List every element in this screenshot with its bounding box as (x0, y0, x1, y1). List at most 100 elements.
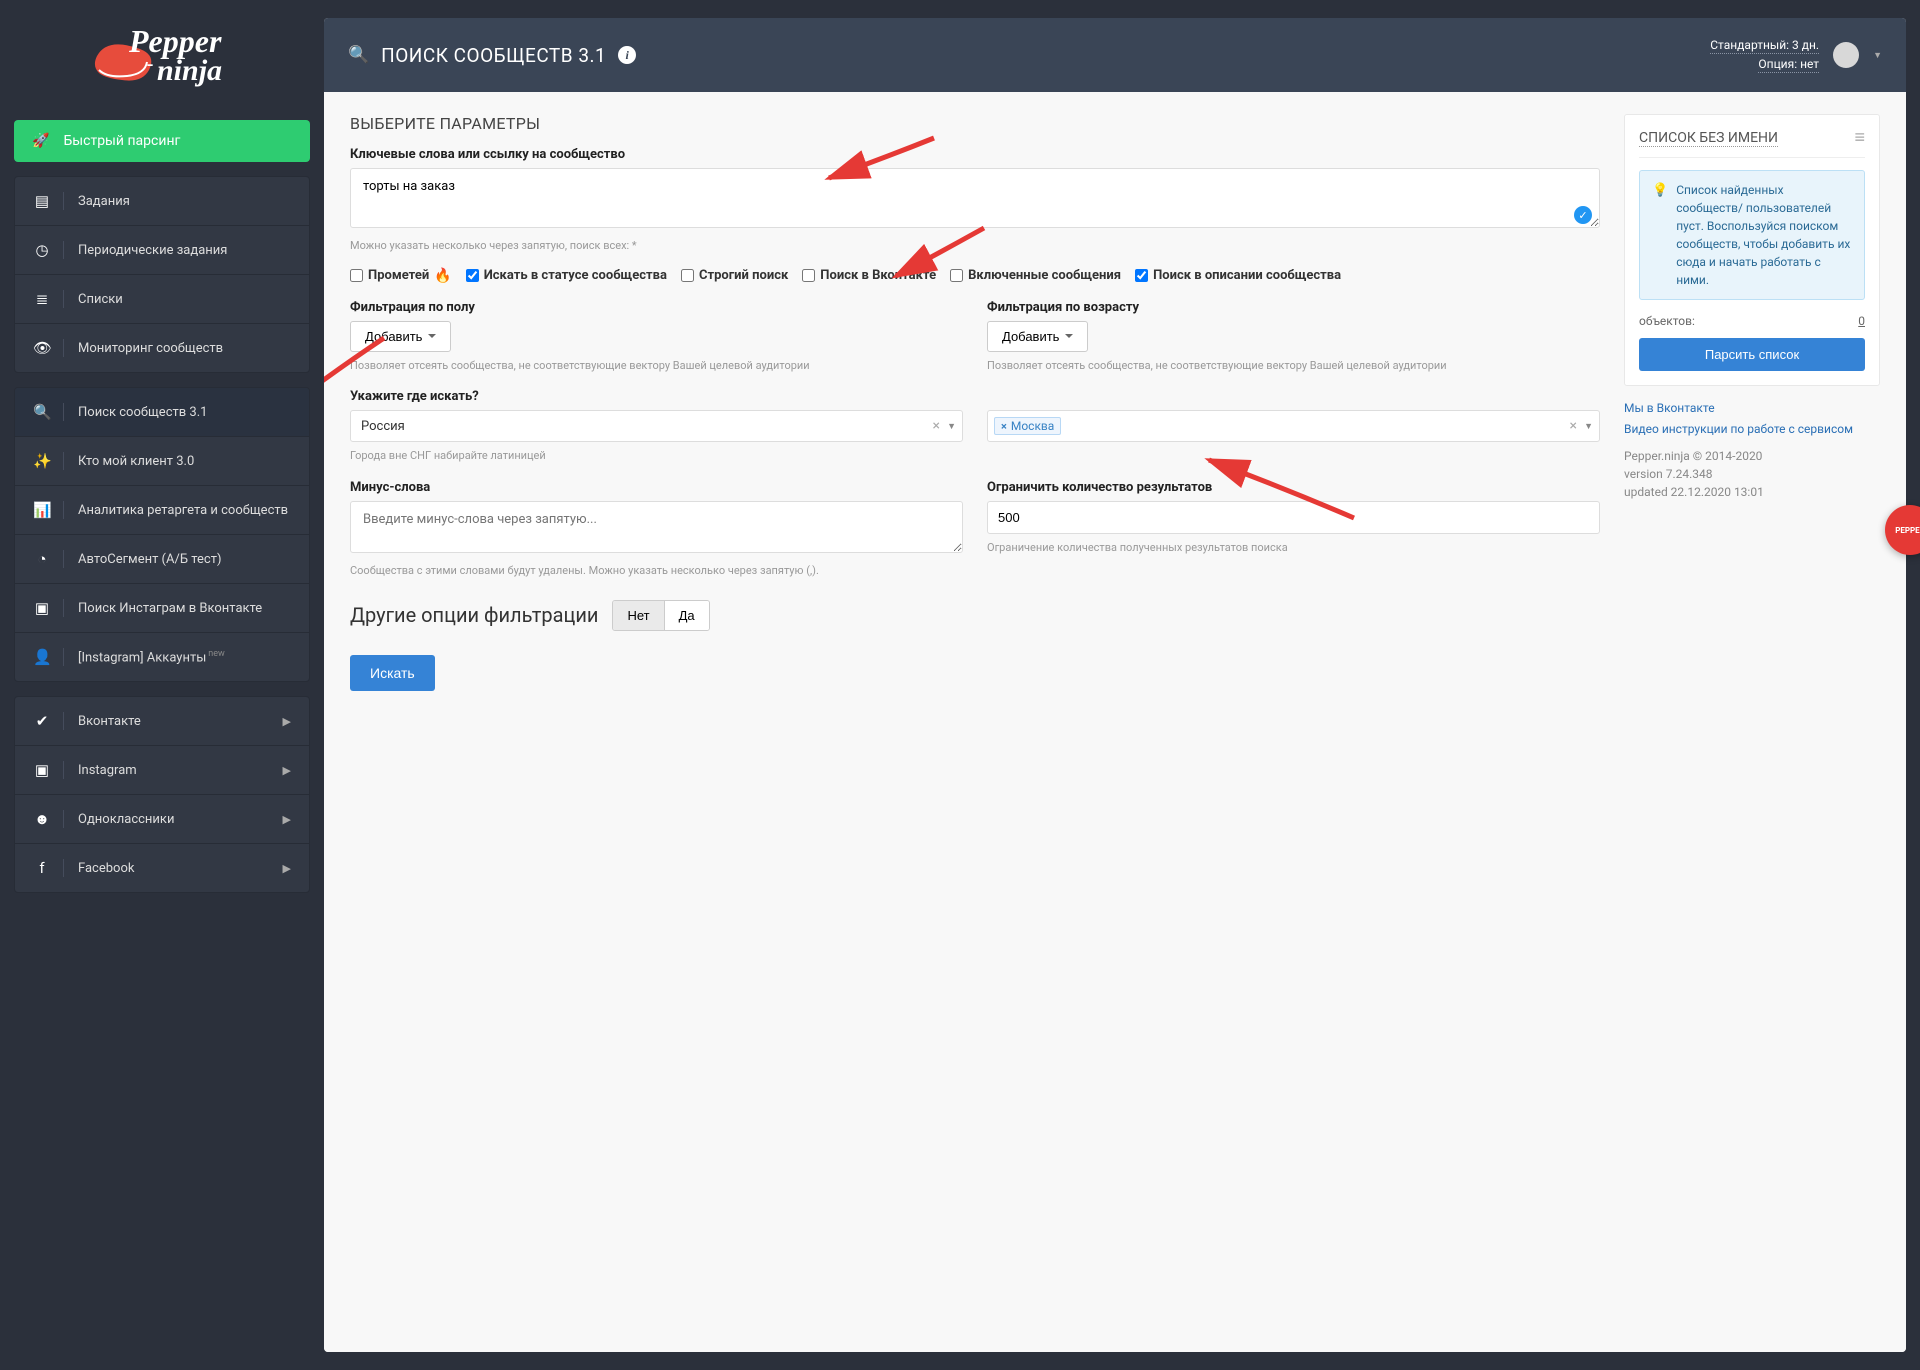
info-icon[interactable]: i (618, 46, 636, 64)
ok-icon: ☻ (33, 810, 51, 828)
fb-icon: f (33, 859, 51, 877)
toggle-yes[interactable]: Да (664, 601, 709, 630)
svg-text:ninja: ninja (157, 54, 222, 87)
checkbox-enabled[interactable]: Включенные сообщения (950, 268, 1121, 284)
chart-icon: 📊 (33, 501, 51, 519)
sidebar-item-аналитика-ретаргета-и-сообществ[interactable]: 📊 Аналитика ретаргета и сообществ (15, 486, 309, 535)
keywords-input[interactable] (350, 168, 1600, 228)
sidebar-item-facebook[interactable]: fFacebook▶ (15, 844, 309, 892)
clock-icon: ◷ (33, 241, 51, 259)
minus-hint: Сообщества с этими словами будут удалены… (350, 563, 963, 578)
checkbox-vk[interactable]: Поиск в Вконтакте (802, 268, 936, 284)
sidebar-item-поиск-сообществ-3-1[interactable]: 🔍 Поиск сообществ 3.1 (15, 388, 309, 437)
sidebar-item-label: Задания (78, 194, 130, 209)
pie-icon: ◔ (33, 550, 51, 568)
sidebar-item-label: Списки (78, 292, 123, 307)
tasks-icon: ▤ (33, 192, 51, 210)
sidebar-item-label: Кто мой клиент 3.0 (78, 454, 194, 469)
chevron-right-icon: ▶ (283, 764, 291, 777)
gender-hint: Позволяет отсеять сообщества, не соответ… (350, 358, 963, 373)
sidebar-item-кто-мой-клиент-3-0[interactable]: ✨ Кто мой клиент 3.0 (15, 437, 309, 486)
sidebar-item-label: Периодические задания (78, 243, 227, 258)
age-add-button[interactable]: Добавить (987, 321, 1088, 352)
sidebar-item-вконтакте[interactable]: ✔ Вконтакте ▶ (15, 697, 309, 746)
rocket-icon: 🚀 (32, 133, 49, 149)
sidebar-item-label: Вконтакте (78, 714, 141, 729)
insta-icon: ▣ (33, 761, 51, 779)
chevron-right-icon: ▶ (283, 813, 291, 826)
fast-parse-label: Быстрый парсинг (63, 133, 180, 149)
sidebar-item-задания[interactable]: ▤ Задания (15, 177, 309, 226)
limit-input[interactable] (987, 501, 1600, 534)
svg-text:-: - (147, 53, 153, 78)
avatar[interactable] (1833, 42, 1859, 68)
checkbox-desc[interactable]: Поиск в описании сообщества (1135, 268, 1341, 284)
tag-remove-icon[interactable]: × (1001, 420, 1007, 433)
sidebar-item--instagram-аккаунты[interactable]: 👤 [Instagram] Аккаунтыnew (15, 633, 309, 681)
country-value: Россия (357, 417, 409, 436)
wand-icon: ✨ (33, 452, 51, 470)
city-input[interactable]: × Москва × ▼ (987, 410, 1600, 442)
fire-icon: 🔥 (434, 268, 451, 284)
country-input[interactable]: Россия × ▼ (350, 410, 963, 442)
age-hint: Позволяет отсеять сообщества, не соответ… (987, 358, 1600, 373)
list-icon: ≣ (33, 290, 51, 308)
chevron-right-icon: ▶ (283, 862, 291, 875)
sidebar-item-поиск-инстаграм-в-вконтакте[interactable]: ▣ Поиск Инстаграм в Вконтакте (15, 584, 309, 633)
minus-input[interactable] (350, 501, 963, 553)
sidebar-item-списки[interactable]: ≣ Списки (15, 275, 309, 324)
chevron-right-icon: ▶ (283, 715, 291, 728)
sidebar-item-label: [Instagram] Аккаунтыnew (78, 649, 225, 665)
parse-list-button[interactable]: Парсить список (1639, 338, 1865, 371)
chevron-down-icon[interactable]: ▼ (947, 421, 956, 432)
insta-icon: ▣ (33, 599, 51, 617)
checkbox-promethey[interactable]: Прометей🔥 (350, 268, 452, 284)
sidebar-item-label: Поиск сообществ 3.1 (78, 405, 207, 420)
sidebar-item-label: АвтоСегмент (А/Б тест) (78, 552, 222, 567)
checkbox-status[interactable]: Искать в статусе сообщества (466, 268, 667, 284)
user-icon: 👤 (33, 648, 51, 666)
fast-parse-button[interactable]: 🚀 Быстрый парсинг (14, 120, 310, 162)
info-box: 💡 Список найденных сообществ/ пользовате… (1639, 170, 1865, 300)
checkbox-strict[interactable]: Строгий поиск (681, 268, 788, 284)
logo[interactable]: Pepper ninja - (14, 18, 310, 102)
sidebar-item-периодические-задания[interactable]: ◷ Периодические задания (15, 226, 309, 275)
clear-icon[interactable]: × (933, 418, 940, 434)
limit-label: Ограничить количество результатов (987, 480, 1600, 495)
chevron-down-icon[interactable]: ▼ (1584, 421, 1593, 432)
sidebar-item-label: Поиск Инстаграм в Вконтакте (78, 601, 262, 616)
sidebar-item-instagram[interactable]: ▣ Instagram ▶ (15, 746, 309, 795)
chevron-down-icon[interactable]: ▼ (1873, 50, 1882, 61)
tariff-link[interactable]: Стандартный: 3 дн. (1710, 38, 1819, 54)
search-icon: 🔍 (348, 45, 369, 65)
clear-icon[interactable]: × (1570, 418, 1577, 434)
list-title[interactable]: СПИСОК БЕЗ ИМЕНИ (1639, 130, 1778, 147)
other-options-label: Другие опции фильтрации (350, 603, 598, 627)
other-options-toggle[interactable]: Нет Да (612, 600, 709, 631)
menu-icon[interactable]: ≡ (1854, 129, 1865, 147)
binoc-icon: 👁 (33, 339, 51, 357)
minus-label: Минус-слова (350, 480, 963, 495)
gender-add-button[interactable]: Добавить (350, 321, 451, 352)
sidebar-item-автосегмент-а-б-тест-[interactable]: ◔ АвтоСегмент (А/Б тест) (15, 535, 309, 584)
sidebar-item-мониторинг-сообществ[interactable]: 👁Мониторинг сообществ (15, 324, 309, 372)
video-link[interactable]: Видео инструкции по работе с сервисом (1624, 419, 1880, 439)
keywords-label: Ключевые слова или ссылку на сообщество (350, 147, 1600, 162)
sidebar-item-одноклассники[interactable]: ☻ Одноклассники ▶ (15, 795, 309, 844)
keywords-hint: Можно указать несколько через запятую, п… (350, 238, 1600, 253)
vk-icon: ✔ (33, 712, 51, 730)
sidebar-item-label: Одноклассники (78, 812, 174, 827)
age-filter-label: Фильтрация по возрасту (987, 300, 1600, 315)
vk-link[interactable]: Мы в Вконтакте (1624, 398, 1880, 418)
sidebar-item-label: Аналитика ретаргета и сообществ (78, 503, 288, 518)
where-label: Укажите где искать? (350, 389, 1600, 404)
where-hint: Города вне СНГ набирайте латиницей (350, 448, 963, 463)
sidebar-item-label: Instagram (78, 763, 137, 778)
option-link[interactable]: Опция: нет (1758, 57, 1819, 73)
search-button[interactable]: Искать (350, 655, 435, 691)
toggle-no[interactable]: Нет (613, 601, 663, 630)
meta-info: Pepper.ninja © 2014-2020 version 7.24.34… (1624, 447, 1880, 501)
page-title: ПОИСК СООБЩЕСТВ 3.1 (381, 44, 606, 67)
city-tag: Москва (1011, 419, 1054, 433)
search-icon: 🔍 (33, 403, 51, 421)
